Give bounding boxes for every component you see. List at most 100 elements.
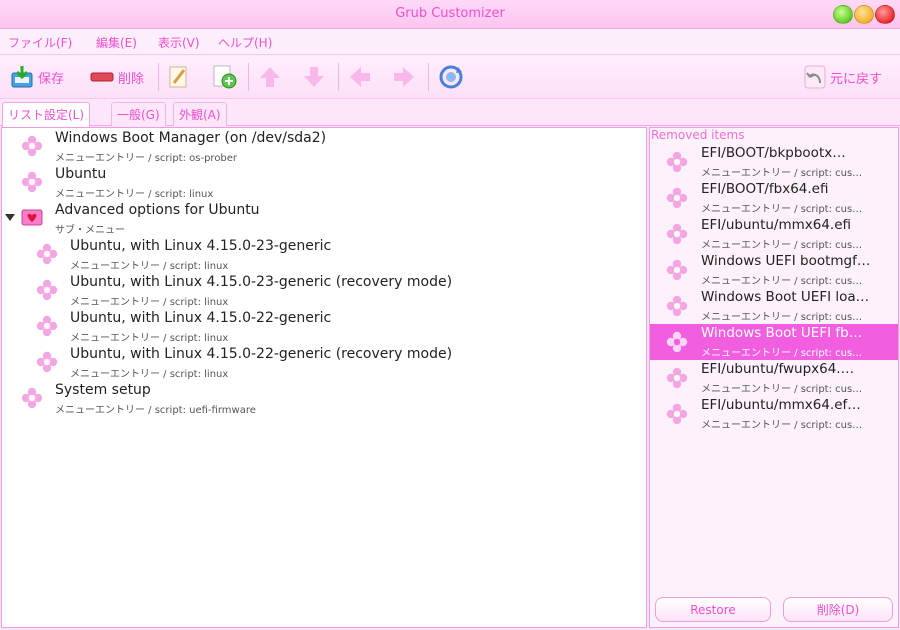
entry-subtitle: サブ・メニュー [55, 225, 125, 236]
save-icon [11, 66, 33, 88]
chevron-down-icon[interactable] [5, 214, 15, 221]
entry-icon [21, 171, 43, 193]
entry-icon [666, 223, 688, 245]
entry-icon [666, 331, 688, 353]
removed-subtitle: メニューエントリー / script: cus… [701, 168, 863, 179]
entry-title: Windows Boot Manager (on /dev/sda2) [55, 130, 327, 146]
entry-icon [21, 387, 43, 409]
menu-file[interactable]: ファイル(F) [8, 34, 72, 51]
removed-title: Windows UEFI bootmgf… [701, 253, 871, 269]
toolbar-separator [428, 63, 429, 91]
removed-title: Windows Boot UEFI loa… [701, 289, 870, 305]
undo-icon [804, 65, 826, 89]
edit-icon [169, 66, 187, 88]
removed-title: EFI/BOOT/bkpbootx… [701, 145, 846, 161]
restore-button[interactable]: Restore [655, 597, 771, 622]
refresh-icon [439, 65, 463, 89]
tab-appearance[interactable]: 外観(A) [173, 102, 227, 126]
removed-list-item[interactable]: Windows Boot UEFI loa… メニューエントリー / scrip… [650, 288, 898, 324]
removed-items-header: Removed items [651, 128, 745, 142]
entry-subtitle: メニューエントリー / script: linux [70, 261, 229, 272]
removed-list-item[interactable]: EFI/ubuntu/mmx64.efi メニューエントリー / script:… [650, 216, 898, 252]
arrow-down-icon [304, 67, 324, 87]
entry-icon [666, 295, 688, 317]
submenu-item[interactable]: Advanced options for Ubuntu サブ・メニュー [21, 201, 641, 237]
entry-subtitle: メニューエントリー / script: linux [70, 333, 229, 344]
removed-title: Windows Boot UEFI fb… [701, 325, 863, 341]
toolbar-separator [158, 63, 159, 91]
arrow-up-icon [260, 67, 280, 87]
entry-title: Ubuntu, with Linux 4.15.0-22-generic (re… [70, 346, 453, 362]
title-bar: Grub Customizer [0, 0, 900, 29]
tab-bar: リスト設定(L) 一般(G) 外観(A) [0, 99, 900, 127]
add-entry-button[interactable] [212, 63, 238, 91]
move-right-button[interactable] [392, 63, 416, 91]
edit-button[interactable] [168, 63, 190, 91]
removed-list-item[interactable]: EFI/ubuntu/fwupx64.… メニューエントリー / script:… [650, 360, 898, 396]
removed-list-item-selected[interactable]: Windows Boot UEFI fb… メニューエントリー / script… [650, 324, 898, 360]
tab-general[interactable]: 一般(G) [111, 102, 166, 126]
removed-title: EFI/BOOT/fbx64.efi [701, 181, 829, 197]
entry-title: System setup [55, 382, 151, 398]
window-title: Grub Customizer [395, 6, 505, 21]
window-controls [833, 5, 895, 24]
entry-icon [36, 279, 58, 301]
add-icon [213, 65, 237, 89]
entry-subtitle: メニューエントリー / script: os-prober [55, 153, 238, 164]
entry-title: Ubuntu, with Linux 4.15.0-23-generic (re… [70, 274, 453, 290]
removed-list-item[interactable]: EFI/BOOT/bkpbootx… メニューエントリー / script: c… [650, 144, 898, 180]
list-item[interactable]: Ubuntu, with Linux 4.15.0-22-generic (re… [36, 345, 641, 381]
toolbar-separator [248, 63, 249, 91]
removed-subtitle: メニューエントリー / script: cus… [701, 240, 863, 251]
removed-list-item[interactable]: Windows UEFI bootmgf… メニューエントリー / script… [650, 252, 898, 288]
entry-list[interactable]: Windows Boot Manager (on /dev/sda2) メニュー… [1, 127, 647, 628]
move-left-button[interactable] [348, 63, 372, 91]
entry-subtitle: メニューエントリー / script: linux [70, 369, 229, 380]
removed-subtitle: メニューエントリー / script: cus… [701, 204, 863, 215]
removed-subtitle: メニューエントリー / script: cus… [701, 312, 863, 323]
entry-title: Ubuntu [55, 166, 107, 182]
menu-view[interactable]: 表示(V) [158, 34, 200, 51]
removed-subtitle: メニューエントリー / script: cus… [701, 384, 863, 395]
entry-subtitle: メニューエントリー / script: linux [55, 189, 214, 200]
list-item[interactable]: System setup メニューエントリー / script: uefi-fi… [21, 381, 641, 417]
entry-subtitle: メニューエントリー / script: linux [70, 297, 229, 308]
entry-subtitle: メニューエントリー / script: uefi-firmware [55, 405, 256, 416]
removed-title: EFI/ubuntu/mmx64.efi [701, 217, 852, 233]
removed-title: EFI/ubuntu/mmx64.ef… [701, 397, 861, 413]
entry-icon [36, 351, 58, 373]
remove-icon [90, 72, 114, 82]
folder-heart-icon [21, 209, 43, 226]
toolbar: 保存 削除 元に戻す [0, 55, 900, 99]
list-item[interactable]: Ubuntu, with Linux 4.15.0-23-generic (re… [36, 273, 641, 309]
removed-subtitle: メニューエントリー / script: cus… [701, 420, 863, 431]
save-button[interactable]: 保存 [10, 63, 64, 91]
move-up-button[interactable] [258, 63, 282, 91]
revert-label: 元に戻す [830, 71, 883, 87]
entry-icon [666, 187, 688, 209]
entry-title: Ubuntu, with Linux 4.15.0-23-generic [70, 238, 332, 254]
menu-edit[interactable]: 編集(E) [96, 34, 137, 51]
delete-label: 削除 [118, 71, 145, 87]
entry-title: Ubuntu, with Linux 4.15.0-22-generic [70, 310, 332, 326]
delete-removed-button[interactable]: 削除(D) [783, 597, 893, 622]
list-item[interactable]: Ubuntu, with Linux 4.15.0-22-generic メニュ… [36, 309, 641, 345]
minimize-button[interactable] [833, 5, 853, 24]
close-button[interactable] [875, 5, 895, 24]
removed-list-item[interactable]: EFI/BOOT/fbx64.efi メニューエントリー / script: c… [650, 180, 898, 216]
tab-list-settings[interactable]: リスト設定(L) [2, 102, 91, 127]
refresh-button[interactable] [438, 63, 464, 91]
maximize-button[interactable] [854, 5, 874, 24]
list-item[interactable]: Windows Boot Manager (on /dev/sda2) メニュー… [21, 129, 641, 165]
removed-list-item[interactable]: EFI/ubuntu/mmx64.ef… メニューエントリー / script:… [650, 396, 898, 432]
move-down-button[interactable] [302, 63, 326, 91]
menu-bar: ファイル(F) 編集(E) 表示(V) ヘルプ(H) [0, 29, 900, 55]
entry-icon [666, 259, 688, 281]
menu-help[interactable]: ヘルプ(H) [218, 34, 272, 51]
entry-icon [21, 135, 43, 157]
list-item[interactable]: Ubuntu メニューエントリー / script: linux [21, 165, 641, 201]
removed-subtitle: メニューエントリー / script: cus… [701, 348, 863, 359]
delete-button[interactable]: 削除 [90, 63, 144, 91]
revert-button[interactable]: 元に戻す [804, 63, 882, 91]
list-item[interactable]: Ubuntu, with Linux 4.15.0-23-generic メニュ… [36, 237, 641, 273]
